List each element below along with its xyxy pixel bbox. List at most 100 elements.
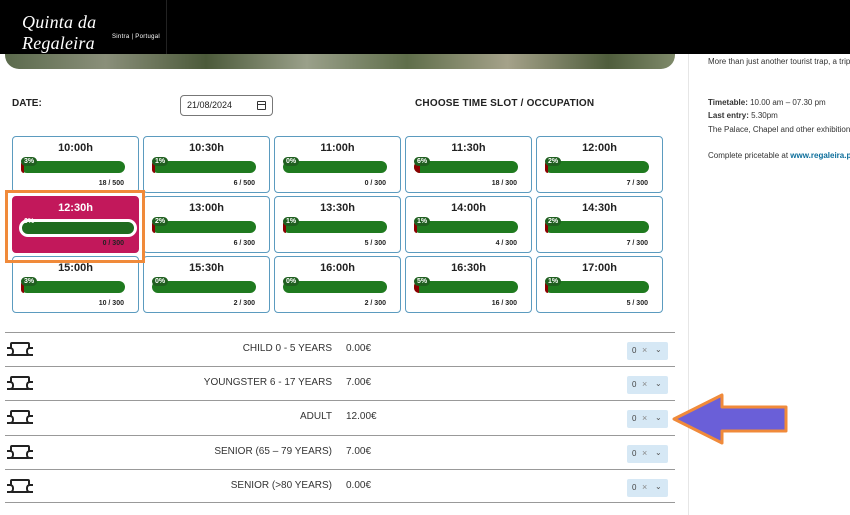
slot-time: 16:30h xyxy=(451,262,486,274)
time-slot[interactable]: 13:00h 2% 6 / 300 xyxy=(143,196,270,253)
date-value: 21/08/2024 xyxy=(187,100,233,110)
quantity-select[interactable]: 0 × ⌄ xyxy=(627,445,668,463)
clear-icon[interactable]: × xyxy=(642,482,647,492)
ticket-name: SENIOR (>80 YEARS) xyxy=(230,480,332,491)
pricetable-text: Complete pricetable at xyxy=(708,151,789,160)
ticket-row: SENIOR (>80 YEARS) 0.00€ 0 × ⌄ xyxy=(5,469,675,503)
time-slot[interactable]: 14:00h 1% 4 / 300 xyxy=(405,196,532,253)
time-slot[interactable]: 10:30h 1% 6 / 500 xyxy=(143,136,270,193)
calendar-icon[interactable] xyxy=(257,101,266,110)
clear-icon[interactable]: × xyxy=(642,413,647,423)
slot-capacity: 18 / 500 xyxy=(98,180,124,187)
site-header: Quinta da Regaleira Sintra | Portugal xyxy=(0,0,850,54)
slot-capacity: 5 / 300 xyxy=(626,300,648,307)
occupancy-percent: 0% xyxy=(283,277,300,286)
time-slot[interactable]: 13:30h 1% 5 / 300 xyxy=(274,196,401,253)
time-slot[interactable]: 11:00h 0% 0 / 300 xyxy=(274,136,401,193)
ticket-row: ADULT 12.00€ 0 × ⌄ xyxy=(5,400,675,434)
slot-time: 15:00h xyxy=(58,262,93,274)
timetable-value: 10.00 am – 07.30 pm xyxy=(750,98,826,107)
chevron-down-icon[interactable]: ⌄ xyxy=(655,448,662,457)
time-slot-heading: CHOOSE TIME SLOT / OCCUPATION xyxy=(415,98,595,109)
sidebar-timetable: Timetable: 10.00 am – 07.30 pm xyxy=(708,98,826,107)
time-slot[interactable]: 14:30h 2% 7 / 300 xyxy=(536,196,663,253)
slot-capacity: 16 / 300 xyxy=(491,300,517,307)
date-label: DATE: xyxy=(12,98,42,109)
date-input[interactable]: 21/08/2024 xyxy=(180,95,273,116)
ticket-icon xyxy=(7,410,33,424)
site-logo[interactable]: Quinta da Regaleira Sintra | Portugal xyxy=(0,0,167,54)
ticket-row: SENIOR (65 – 79 YEARS) 7.00€ 0 × ⌄ xyxy=(5,435,675,469)
ticket-price: 0.00€ xyxy=(346,343,372,354)
clear-icon[interactable]: × xyxy=(642,448,647,458)
slot-time: 13:00h xyxy=(189,202,224,214)
slot-capacity: 4 / 300 xyxy=(495,240,517,247)
occupancy-percent: 0% xyxy=(152,277,169,286)
quantity-value: 0 xyxy=(632,380,637,389)
slot-time: 14:00h xyxy=(451,202,486,214)
occupancy-percent: 0% xyxy=(283,157,300,166)
annotation-arrow-icon xyxy=(672,393,788,445)
quantity-value: 0 xyxy=(632,414,637,423)
slot-capacity: 10 / 300 xyxy=(98,300,124,307)
sidebar-last-entry: Last entry: 5.30pm xyxy=(708,111,778,120)
slot-time: 17:00h xyxy=(582,262,617,274)
pricetable-link[interactable]: www.regaleira.pt xyxy=(790,151,850,160)
ticket-name: YOUNGSTER 6 - 17 YEARS xyxy=(203,377,332,388)
occupancy-percent: 2% xyxy=(152,217,169,226)
slot-capacity: 6 / 300 xyxy=(233,240,255,247)
slot-capacity: 7 / 300 xyxy=(626,180,648,187)
quantity-select[interactable]: 0 × ⌄ xyxy=(627,479,668,497)
ticket-price: 7.00€ xyxy=(346,446,372,457)
ticket-name: CHILD 0 - 5 YEARS xyxy=(242,343,332,354)
occupancy-percent: 6% xyxy=(414,157,431,166)
slot-time: 10:00h xyxy=(58,142,93,154)
ticket-row: YOUNGSTER 6 - 17 YEARS 7.00€ 0 × ⌄ xyxy=(5,366,675,400)
quantity-select[interactable]: 0 × ⌄ xyxy=(627,342,668,360)
ticket-row: CHILD 0 - 5 YEARS 0.00€ 0 × ⌄ xyxy=(5,332,675,366)
quantity-select[interactable]: 0 × ⌄ xyxy=(627,376,668,394)
chevron-down-icon[interactable]: ⌄ xyxy=(655,345,662,354)
booking-page: Quinta da Regaleira Sintra | Portugal Mo… xyxy=(0,0,850,515)
ticket-name: SENIOR (65 – 79 YEARS) xyxy=(214,446,332,457)
ticket-price: 0.00€ xyxy=(346,480,372,491)
time-slot[interactable]: 15:30h 0% 2 / 300 xyxy=(143,256,270,313)
occupancy-percent: 1% xyxy=(152,157,169,166)
quantity-value: 0 xyxy=(632,449,637,458)
time-slot[interactable]: 16:30h 5% 16 / 300 xyxy=(405,256,532,313)
occupancy-percent: 1% xyxy=(414,217,431,226)
sidebar-divider xyxy=(688,54,689,515)
slot-time: 11:30h xyxy=(451,142,486,154)
clear-icon[interactable]: × xyxy=(642,379,647,389)
slot-capacity: 5 / 300 xyxy=(364,240,386,247)
last-entry-label: Last entry: xyxy=(708,111,749,120)
occupancy-percent: 3% xyxy=(21,277,38,286)
time-slot[interactable]: 11:30h 6% 18 / 300 xyxy=(405,136,532,193)
slot-time: 12:00h xyxy=(582,142,617,154)
slot-time: 13:30h xyxy=(320,202,355,214)
annotation-highlight-box xyxy=(5,190,145,263)
time-slot[interactable]: 16:00h 0% 2 / 300 xyxy=(274,256,401,313)
quantity-value: 0 xyxy=(632,346,637,355)
occupancy-percent: 2% xyxy=(545,217,562,226)
time-slot[interactable]: 12:00h 2% 7 / 300 xyxy=(536,136,663,193)
slot-capacity: 2 / 300 xyxy=(233,300,255,307)
clear-icon[interactable]: × xyxy=(642,345,647,355)
sidebar-intro: More than just another tourist trap, a t… xyxy=(708,57,850,66)
time-slot[interactable]: 10:00h 3% 18 / 500 xyxy=(12,136,139,193)
slot-capacity: 2 / 300 xyxy=(364,300,386,307)
timetable-label: Timetable: xyxy=(708,98,748,107)
time-slot[interactable]: 15:00h 3% 10 / 300 xyxy=(12,256,139,313)
hero-image-strip xyxy=(5,54,675,69)
quantity-select[interactable]: 0 × ⌄ xyxy=(627,410,668,428)
occupancy-percent: 1% xyxy=(283,217,300,226)
chevron-down-icon[interactable]: ⌄ xyxy=(655,413,662,422)
chevron-down-icon[interactable]: ⌄ xyxy=(655,482,662,491)
chevron-down-icon[interactable]: ⌄ xyxy=(655,379,662,388)
quantity-value: 0 xyxy=(632,483,637,492)
sidebar-note: The Palace, Chapel and other exhibition … xyxy=(708,125,850,134)
time-slot[interactable]: 17:00h 1% 5 / 300 xyxy=(536,256,663,313)
slot-time: 11:00h xyxy=(320,142,355,154)
slot-time: 10:30h xyxy=(189,142,224,154)
ticket-price: 12.00€ xyxy=(346,411,377,422)
